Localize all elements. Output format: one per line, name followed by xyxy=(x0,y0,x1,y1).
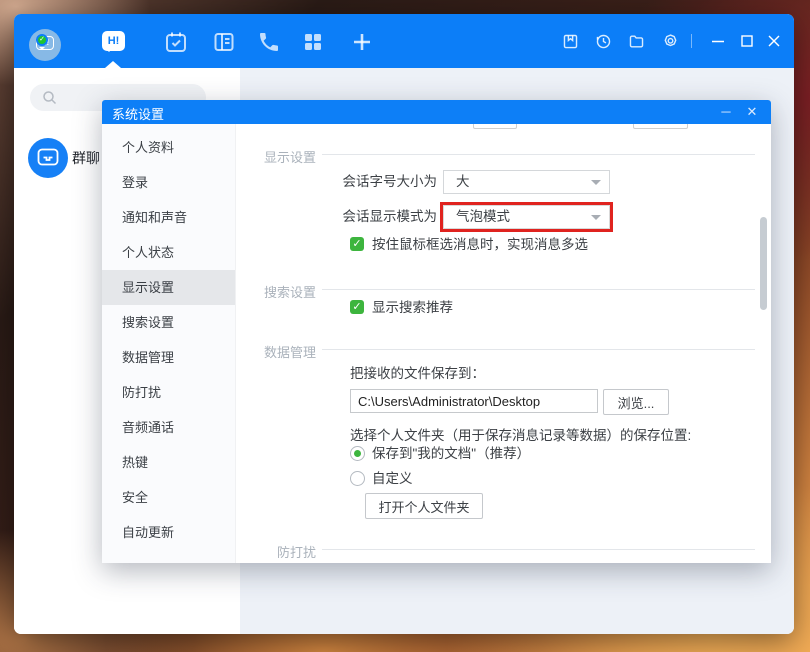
app-window: H! ✓ H! xyxy=(14,14,794,634)
maximize-icon[interactable] xyxy=(738,32,756,50)
sidebar-item-security[interactable]: 安全 xyxy=(102,480,235,515)
close-icon[interactable] xyxy=(765,32,783,50)
sidebar-item-notifications[interactable]: 通知和声音 xyxy=(102,200,235,235)
apps-grid-icon[interactable] xyxy=(301,30,325,54)
settings-sidebar: 个人资料 登录 通知和声音 个人状态 显示设置 搜索设置 数据管理 防打扰 音频… xyxy=(102,124,236,563)
section-dnd-label: 防打扰 xyxy=(236,542,316,561)
sidebar-item-search[interactable]: 搜索设置 xyxy=(102,305,235,340)
group-chat-item[interactable] xyxy=(28,138,68,178)
sidebar-item-display[interactable]: 显示设置 xyxy=(102,270,235,305)
tab-messages-active[interactable]: H! xyxy=(102,31,125,51)
font-size-value: 大 xyxy=(456,171,470,193)
phone-icon[interactable] xyxy=(257,30,281,54)
save-path-label: 把接收的文件保存到： xyxy=(350,362,485,382)
sidebar-item-profile[interactable]: 个人资料 xyxy=(102,130,235,165)
display-mode-value: 气泡模式 xyxy=(456,206,510,228)
folder-choice-label: 选择个人文件夹（用于保存消息记录等数据）的保存位置: xyxy=(350,424,691,444)
multiselect-checkbox[interactable] xyxy=(350,237,364,251)
dialog-titlebar: 系统设置 ─ ✕ xyxy=(102,100,771,124)
browse-button[interactable]: 浏览... xyxy=(603,389,669,415)
folder-icon[interactable] xyxy=(628,33,645,50)
display-mode-dropdown[interactable]: 气泡模式 xyxy=(443,205,610,229)
chevron-down-icon xyxy=(591,180,601,190)
radio-my-documents-label: 保存到"我的文档"（推荐） xyxy=(372,446,530,462)
radio-custom[interactable] xyxy=(350,471,365,486)
dialog-minimize-icon[interactable]: ─ xyxy=(717,103,735,121)
minimize-icon[interactable] xyxy=(709,32,727,50)
multiselect-checkbox-label: 按住鼠标框选消息时，实现消息多选 xyxy=(372,237,588,252)
group-chat-label: 群聊 xyxy=(72,148,100,168)
news-icon[interactable] xyxy=(212,30,236,54)
section-divider xyxy=(322,289,755,290)
font-size-dropdown[interactable]: 大 xyxy=(443,170,610,194)
active-tab-notch xyxy=(105,61,121,68)
online-status-icon: ✓ xyxy=(36,34,48,46)
history-icon[interactable] xyxy=(595,33,612,50)
font-size-label: 会话字号大小为 xyxy=(236,170,437,194)
section-divider xyxy=(322,154,755,155)
dialog-close-icon[interactable]: ✕ xyxy=(743,103,761,121)
sidebar-item-dnd[interactable]: 防打扰 xyxy=(102,375,235,410)
gear-icon[interactable] xyxy=(662,33,679,50)
clipped-button-fragment[interactable] xyxy=(473,124,517,129)
box-icon[interactable] xyxy=(562,33,579,50)
radio-my-documents[interactable] xyxy=(350,446,365,461)
sidebar-item-status[interactable]: 个人状态 xyxy=(102,235,235,270)
section-divider xyxy=(322,349,755,350)
main-toolbar: H! ✓ H! xyxy=(14,14,794,68)
open-personal-folder-button[interactable]: 打开个人文件夹 xyxy=(365,493,483,519)
sidebar-item-data[interactable]: 数据管理 xyxy=(102,340,235,375)
save-path-input[interactable] xyxy=(350,389,598,413)
calendar-check-icon[interactable] xyxy=(164,30,188,54)
sidebar-item-auto-update[interactable]: 自动更新 xyxy=(102,515,235,550)
search-recommend-checkbox[interactable] xyxy=(350,300,364,314)
dialog-scrollbar-thumb[interactable] xyxy=(760,217,767,310)
display-mode-label: 会话显示模式为 xyxy=(236,205,437,229)
highlight-red-box: 气泡模式 xyxy=(440,202,613,232)
add-icon[interactable] xyxy=(350,30,374,54)
sidebar-item-hotkeys[interactable]: 热键 xyxy=(102,445,235,480)
section-display-label: 显示设置 xyxy=(236,147,316,166)
sidebar-item-login[interactable]: 登录 xyxy=(102,165,235,200)
search-icon xyxy=(42,90,57,110)
clipped-button-fragment[interactable] xyxy=(633,124,688,129)
toolbar-divider xyxy=(691,34,692,48)
chevron-down-icon xyxy=(591,215,601,225)
section-data-label: 数据管理 xyxy=(236,342,316,361)
dialog-title: 系统设置 xyxy=(112,104,164,123)
settings-content: 显示设置 会话字号大小为 大 会话显示模式为 气泡模式 按住鼠标框选消息时，实现… xyxy=(236,124,771,563)
search-recommend-label: 显示搜索推荐 xyxy=(372,300,453,315)
radio-custom-label: 自定义 xyxy=(372,471,413,487)
section-divider xyxy=(322,549,755,550)
section-search-label: 搜索设置 xyxy=(236,282,316,301)
system-settings-dialog: 系统设置 ─ ✕ 个人资料 登录 通知和声音 个人状态 显示设置 搜索设置 数据… xyxy=(102,100,771,563)
sidebar-item-audio-call[interactable]: 音频通话 xyxy=(102,410,235,445)
